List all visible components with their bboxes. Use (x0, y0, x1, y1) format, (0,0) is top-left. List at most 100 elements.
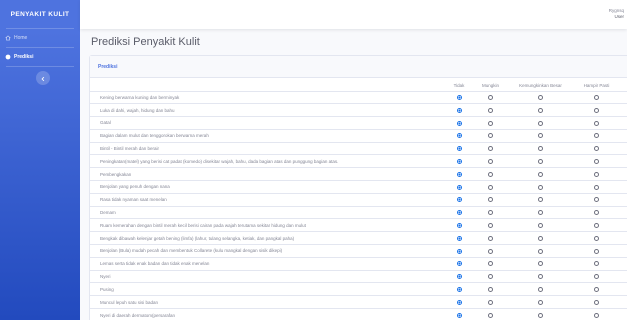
answer-radio[interactable] (456, 171, 462, 177)
answer-radio[interactable] (456, 248, 462, 254)
radio-cell (620, 180, 627, 194)
answer-radio[interactable] (594, 235, 599, 241)
answer-radio[interactable] (488, 210, 493, 216)
answer-radio[interactable] (538, 171, 543, 177)
answer-radio[interactable] (488, 312, 493, 318)
radio-cell (473, 256, 508, 271)
answer-radio[interactable] (456, 133, 462, 139)
user-menu[interactable]: Rygnsq User (609, 8, 624, 20)
answer-radio[interactable] (538, 184, 543, 190)
answer-radio[interactable] (594, 287, 599, 292)
answer-radio[interactable] (594, 120, 599, 126)
answer-radio[interactable] (538, 146, 543, 152)
table-row: Lemas serta tidak enak badan dan tidak e… (90, 256, 627, 271)
answer-radio[interactable] (488, 274, 493, 280)
table-row: Nyeri (90, 269, 627, 283)
answer-radio[interactable] (594, 133, 599, 139)
answer-radio[interactable] (594, 95, 599, 101)
sidebar-item-home[interactable]: Home (0, 29, 80, 47)
answer-radio[interactable] (488, 107, 493, 113)
answer-radio[interactable] (488, 235, 493, 241)
answer-radio[interactable] (594, 299, 599, 305)
answer-radio[interactable] (488, 171, 493, 177)
radio-cell (573, 205, 620, 219)
answer-radio[interactable] (538, 210, 543, 216)
answer-radio[interactable] (594, 223, 599, 229)
symptom-label: Peningkatan(matel) yang berisi cat padat… (90, 154, 445, 168)
answer-radio[interactable] (538, 223, 543, 229)
answer-radio[interactable] (594, 248, 599, 254)
answer-radio[interactable] (456, 95, 462, 101)
table-row: Peningkatan(matel) yang berisi cat padat… (90, 154, 627, 168)
answer-radio[interactable] (456, 210, 462, 216)
answer-radio[interactable] (456, 223, 462, 229)
answer-radio[interactable] (488, 261, 493, 267)
sidebar-brand[interactable]: PENYAKIT KULIT (0, 0, 80, 28)
answer-radio[interactable] (538, 133, 543, 139)
answer-radio[interactable] (594, 312, 599, 318)
table-row: Ruam kemerahan dengan bintil merah kecil… (90, 218, 627, 232)
answer-radio[interactable] (594, 197, 599, 203)
answer-radio[interactable] (456, 299, 462, 305)
radio-cell (473, 192, 508, 207)
answer-radio[interactable] (594, 171, 599, 177)
answer-radio[interactable] (594, 184, 599, 190)
sidebar-toggle-button[interactable] (36, 71, 50, 85)
radio-cell (620, 295, 627, 309)
radio-cell (473, 141, 508, 155)
answer-radio[interactable] (488, 287, 493, 292)
radio-cell (445, 282, 473, 296)
answer-radio[interactable] (456, 184, 462, 190)
answer-radio[interactable] (488, 159, 493, 165)
radio-cell (620, 282, 627, 296)
radio-cell (573, 103, 620, 117)
answer-radio[interactable] (538, 197, 543, 203)
answer-radio[interactable] (594, 274, 599, 280)
answer-radio[interactable] (538, 120, 543, 126)
table-row: Pembengkakan (90, 167, 627, 181)
answer-radio[interactable] (488, 223, 493, 229)
radio-cell (473, 205, 508, 219)
answer-radio[interactable] (538, 248, 543, 254)
answer-radio[interactable] (456, 146, 462, 152)
radio-cell (508, 103, 573, 117)
answer-radio[interactable] (488, 184, 493, 190)
answer-radio[interactable] (456, 312, 462, 318)
answer-radio[interactable] (594, 159, 599, 165)
answer-radio[interactable] (456, 197, 462, 203)
answer-radio[interactable] (594, 146, 599, 152)
answer-radio[interactable] (538, 299, 543, 305)
answer-radio[interactable] (488, 133, 493, 139)
answer-radio[interactable] (594, 210, 599, 216)
answer-radio[interactable] (456, 107, 462, 113)
answer-radio[interactable] (538, 287, 543, 292)
answer-radio[interactable] (538, 235, 543, 241)
answer-radio[interactable] (538, 107, 543, 113)
answer-radio[interactable] (538, 261, 543, 267)
answer-radio[interactable] (488, 299, 493, 305)
answer-radio[interactable] (488, 197, 493, 203)
answer-radio[interactable] (456, 120, 462, 126)
answer-radio[interactable] (456, 274, 462, 280)
answer-radio[interactable] (488, 120, 493, 126)
answer-radio[interactable] (488, 95, 493, 101)
answer-radio[interactable] (456, 159, 462, 165)
sidebar-item-prediksi[interactable]: Prediksi (0, 48, 80, 66)
answer-radio[interactable] (538, 159, 543, 165)
answer-radio[interactable] (594, 107, 599, 113)
answer-radio[interactable] (456, 287, 462, 292)
answer-radio[interactable] (488, 248, 493, 254)
radio-cell (620, 116, 627, 130)
radio-cell (445, 231, 473, 245)
answer-radio[interactable] (538, 274, 543, 280)
answer-radio[interactable] (538, 312, 543, 318)
table-row: Luka di dahi, wajah, hidung dan bahu (90, 103, 627, 117)
answer-radio[interactable] (488, 146, 493, 152)
answer-radio[interactable] (594, 261, 599, 267)
symptom-label: Benjolan yang penuh dengan nana (90, 180, 445, 194)
answer-radio[interactable] (538, 95, 543, 101)
answer-radio[interactable] (456, 261, 462, 267)
symptom-label: Nyeri (90, 269, 445, 283)
answer-radio[interactable] (456, 235, 462, 241)
radio-cell (445, 244, 473, 258)
